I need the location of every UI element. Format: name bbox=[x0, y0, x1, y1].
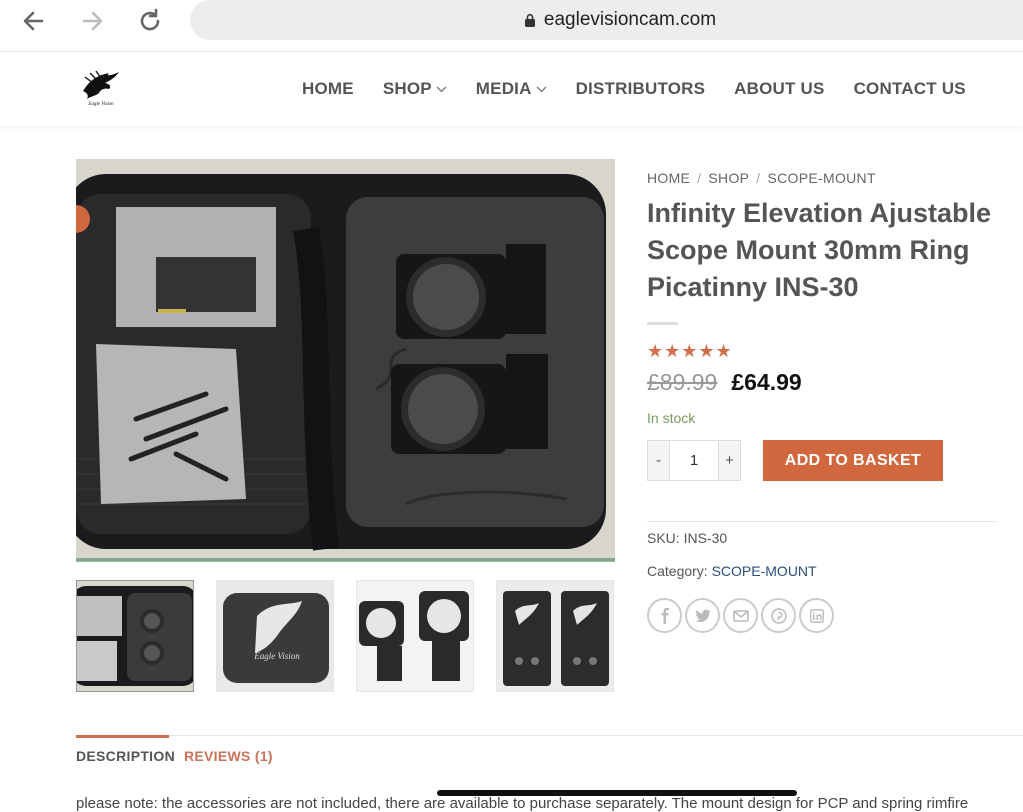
tab-reviews[interactable]: REVIEWS (1) bbox=[184, 748, 273, 764]
share-email-button[interactable] bbox=[723, 598, 758, 633]
price: £89.99 £64.99 bbox=[647, 369, 802, 396]
arrow-left-icon bbox=[23, 11, 44, 31]
twitter-icon bbox=[695, 609, 710, 622]
category-label: Category: bbox=[647, 563, 708, 579]
breadcrumb-scope-mount[interactable]: SCOPE-MOUNT bbox=[768, 170, 876, 186]
product-photo bbox=[76, 159, 615, 561]
thumbnail-2[interactable]: Eagle Vision bbox=[216, 580, 334, 692]
quantity-input[interactable]: 1 bbox=[670, 441, 718, 480]
back-button[interactable] bbox=[14, 6, 54, 36]
menu-home-label: HOME bbox=[302, 79, 354, 98]
forward-button[interactable] bbox=[72, 6, 112, 36]
home-indicator[interactable] bbox=[437, 790, 797, 796]
arrow-right-icon bbox=[82, 11, 103, 31]
menu-shop[interactable]: SHOP bbox=[383, 79, 447, 99]
eagle-logo-icon: Eagle Vision bbox=[83, 70, 119, 107]
price-new: £64.99 bbox=[731, 369, 802, 395]
share-icons bbox=[647, 598, 834, 633]
browser-toolbar: eaglevisioncam.com bbox=[0, 0, 1023, 52]
menu-distributors[interactable]: DISTRIBUTORS bbox=[576, 79, 706, 99]
address-bar[interactable]: eaglevisioncam.com bbox=[190, 0, 1023, 40]
stock-status: In stock bbox=[647, 410, 696, 426]
breadcrumb-shop[interactable]: SHOP bbox=[708, 170, 749, 186]
share-facebook-button[interactable] bbox=[647, 598, 682, 633]
svg-text:Eagle Vision: Eagle Vision bbox=[87, 102, 114, 107]
url-text: eaglevisioncam.com bbox=[543, 9, 717, 30]
image-bottom-strip bbox=[76, 558, 615, 562]
price-old: £89.99 bbox=[647, 369, 718, 395]
thumbnail-image bbox=[77, 581, 193, 691]
email-icon bbox=[732, 609, 749, 622]
meta-divider bbox=[647, 521, 996, 522]
menu-shop-label: SHOP bbox=[382, 79, 432, 98]
tabs-divider bbox=[76, 735, 1023, 736]
breadcrumb-home[interactable]: HOME bbox=[647, 170, 690, 186]
pinterest-icon bbox=[770, 607, 787, 624]
sku: SKU: INS-30 bbox=[647, 530, 727, 546]
thumbnail-4[interactable] bbox=[496, 580, 614, 692]
thumbnail-3[interactable] bbox=[356, 580, 474, 692]
rating-stars[interactable]: ★★★★★ bbox=[647, 341, 733, 362]
quantity-plus-button[interactable]: + bbox=[718, 441, 740, 480]
svg-text:Eagle Vision: Eagle Vision bbox=[253, 651, 300, 661]
linkedin-icon bbox=[809, 608, 824, 623]
menu-media[interactable]: MEDIA bbox=[476, 79, 547, 99]
menu-distributors-label: DISTRIBUTORS bbox=[575, 79, 706, 98]
menu-contact-us[interactable]: CONTACT US bbox=[854, 79, 966, 99]
eagle-vision-logo[interactable]: Eagle Vision bbox=[79, 69, 123, 107]
reload-icon bbox=[140, 8, 160, 31]
share-twitter-button[interactable] bbox=[685, 598, 720, 633]
menu-media-label: MEDIA bbox=[475, 79, 532, 98]
sku-value: INS-30 bbox=[683, 530, 728, 546]
product-title: Infinity Elevation Ajustable Scope Mount… bbox=[647, 198, 992, 302]
thumbnail-image: Eagle Vision bbox=[217, 581, 333, 691]
share-linkedin-button[interactable] bbox=[799, 598, 834, 633]
add-to-basket-button[interactable]: ADD TO BASKET bbox=[763, 440, 943, 481]
menu-about-us-label: ABOUT US bbox=[734, 79, 825, 98]
sku-label: SKU: bbox=[647, 530, 680, 546]
title-divider bbox=[647, 322, 678, 325]
facebook-icon bbox=[661, 607, 669, 624]
share-pinterest-button[interactable] bbox=[761, 598, 796, 633]
main-menu: HOME SHOP MEDIA DISTRIBUTORS ABOUT US CO… bbox=[302, 79, 995, 99]
site-header: Eagle Vision HOME SHOP MEDIA DISTRIBUTOR… bbox=[0, 53, 1023, 126]
category-link[interactable]: SCOPE-MOUNT bbox=[712, 563, 817, 579]
category: Category: SCOPE-MOUNT bbox=[647, 563, 817, 579]
breadcrumb-separator: / bbox=[697, 170, 702, 186]
thumbnail-1[interactable] bbox=[76, 580, 194, 692]
lock-icon bbox=[524, 13, 535, 27]
chevron-down-icon bbox=[436, 86, 447, 92]
thumbnail-image bbox=[497, 581, 613, 691]
thumbnail-image bbox=[357, 581, 473, 691]
menu-about-us[interactable]: ABOUT US bbox=[734, 79, 824, 99]
quantity-stepper: - 1 + bbox=[647, 440, 741, 481]
tab-description[interactable]: DESCRIPTION bbox=[76, 735, 175, 764]
reload-button[interactable] bbox=[130, 6, 170, 36]
chevron-down-icon bbox=[536, 86, 547, 92]
product-main-image[interactable] bbox=[76, 159, 615, 561]
menu-home[interactable]: HOME bbox=[302, 79, 354, 99]
quantity-minus-button[interactable]: - bbox=[648, 441, 670, 480]
breadcrumb-separator: / bbox=[756, 170, 761, 186]
breadcrumb: HOME / SHOP / SCOPE-MOUNT bbox=[647, 170, 876, 186]
menu-contact-us-label: CONTACT US bbox=[853, 79, 966, 98]
